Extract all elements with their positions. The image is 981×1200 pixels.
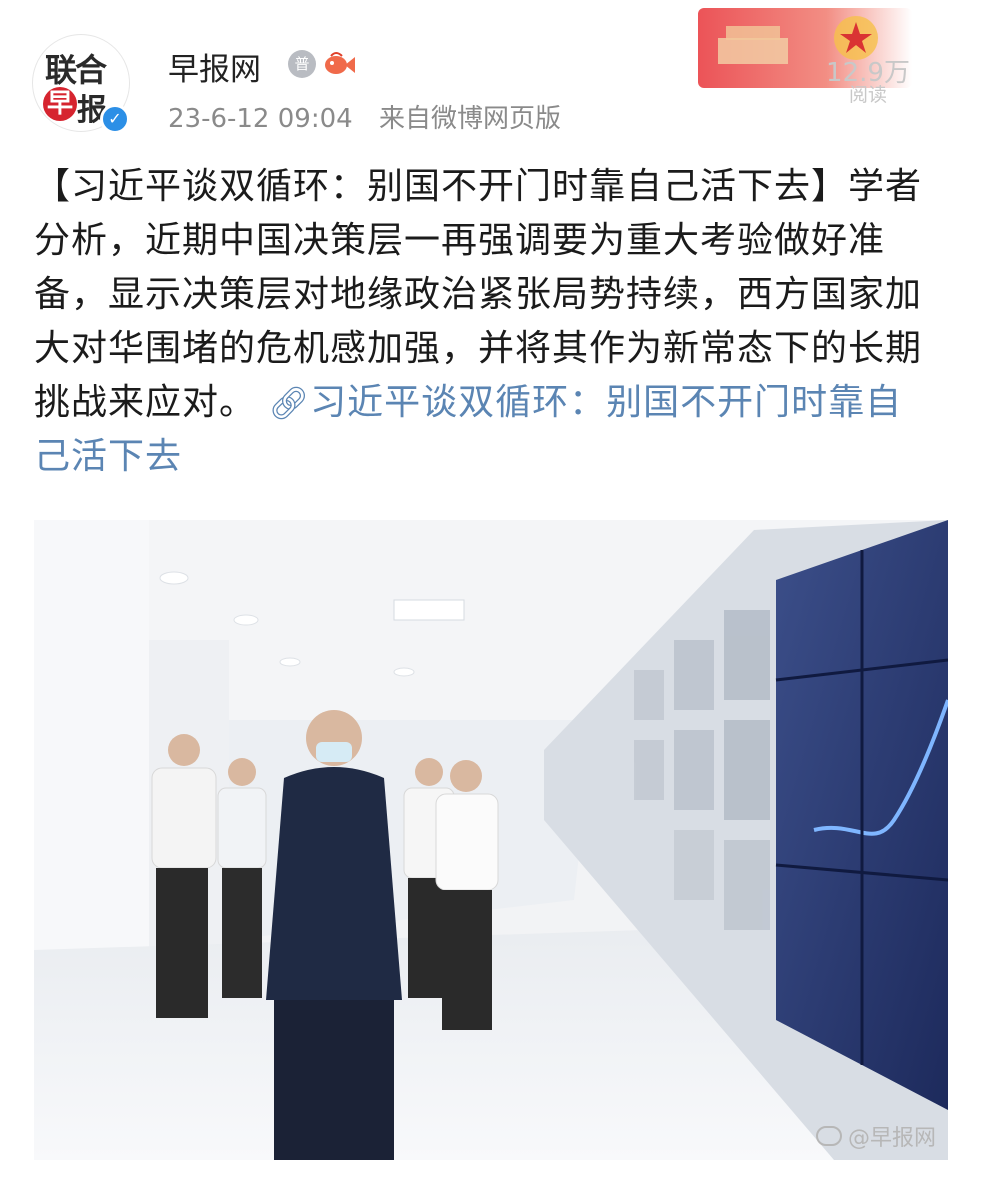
post-text: 【习近平谈双循环：别国不开门时靠自己活下去】学者分析，近期中国决策层一再强调要为… xyxy=(34,160,934,484)
fish-icon[interactable] xyxy=(322,48,356,80)
photo-illustration xyxy=(34,520,948,1160)
read-label: 阅读 xyxy=(848,84,887,106)
post-photo[interactable]: @早报网 xyxy=(34,520,948,1160)
verified-icon: ✓ xyxy=(100,104,130,134)
photo-watermark-text: @早报网 xyxy=(847,1126,936,1151)
weibo-icon xyxy=(815,1126,842,1146)
photo-watermark: @早报网 xyxy=(815,1120,936,1152)
post-timestamp: 23-6-12 09:04 xyxy=(168,104,353,134)
avatar-logo-badge: 早 xyxy=(43,87,77,121)
medal-icon[interactable]: 普 xyxy=(288,50,316,78)
post-meta: 23-6-12 09:04 来自微博网页版 xyxy=(168,98,579,135)
account-name[interactable]: 早报网 xyxy=(168,44,261,89)
link-icon[interactable]: 🔗︎ xyxy=(268,384,310,422)
post-header: 联合 早 报 ✓ 早报网 普 23-6-12 09:04 来自微博网页版 12.… xyxy=(0,0,981,150)
post-source[interactable]: 来自微博网页版 xyxy=(379,104,561,134)
